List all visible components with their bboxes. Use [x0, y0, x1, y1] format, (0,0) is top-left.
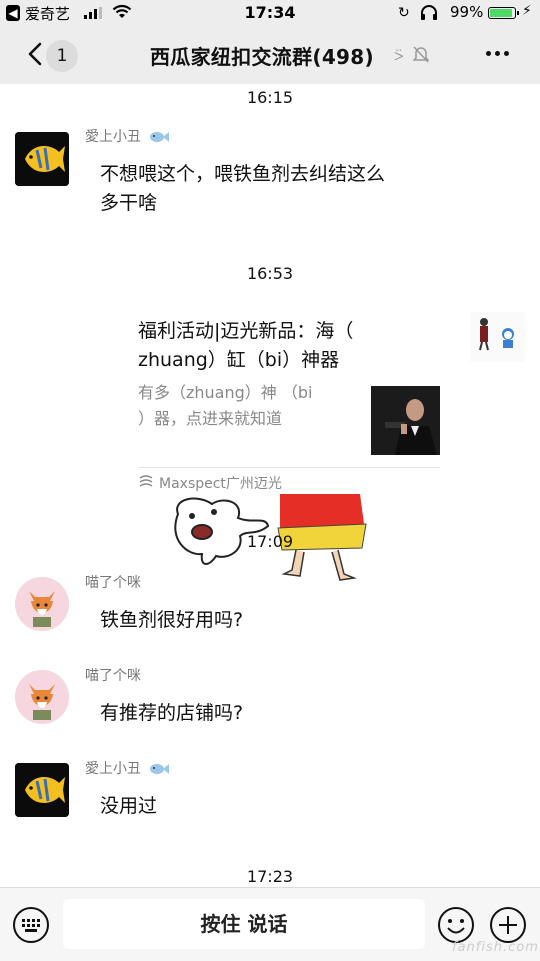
message-text[interactable]: 没用过 — [100, 792, 157, 821]
timestamp: 17:23 — [246, 867, 294, 886]
emoji-icon[interactable] — [437, 906, 475, 944]
fish-tag-icon — [150, 764, 170, 774]
message-text[interactable]: 铁鱼剂很好用吗? — [100, 606, 243, 635]
angelfish-avatar-icon — [15, 132, 69, 186]
share-card-description[interactable]: 有多（zhuang）神 （bi ）器，点进来就知道 — [138, 380, 363, 432]
share-card-title[interactable]: 福利活动|迈光新品：海（ zhuang）缸（bi）神器 — [138, 317, 408, 375]
battery-percent: 99% — [450, 3, 484, 21]
mini-program-icon — [139, 475, 153, 487]
keyboard-toggle-icon[interactable] — [12, 906, 50, 944]
avatar-miao-le-ge-mi[interactable] — [15, 577, 69, 631]
more-options-icon[interactable] — [486, 51, 509, 56]
sender-avatar-sticker[interactable] — [470, 312, 525, 362]
battery-icon — [488, 7, 519, 19]
avatar-ai-shang-xiao-chou[interactable] — [15, 763, 69, 817]
message-text[interactable]: 有推荐的店铺吗? — [100, 699, 243, 728]
headphones-icon — [421, 5, 437, 20]
timestamp: 16:15 — [246, 88, 294, 107]
share-card-source: Maxspect广州迈光 — [138, 473, 282, 493]
fox-avatar-icon — [15, 670, 69, 724]
timestamp: 17:09 — [246, 532, 294, 551]
mute-bell-icon — [413, 46, 429, 63]
status-bar: ◀ 爱奇艺 17:34 ↻ 99% ⚡ — [0, 0, 540, 28]
message-text[interactable]: 不想喂这个，喂铁鱼剂去纠结这么 多干啥 — [100, 160, 385, 218]
sender-name: 喵了个咪 — [85, 668, 141, 684]
sender-name: 愛上小丑 — [85, 126, 170, 146]
card-divider — [138, 467, 440, 468]
group-title[interactable]: 西瓜家纽扣交流群(498) — [150, 41, 374, 70]
share-card-thumbnail[interactable] — [371, 386, 440, 455]
watermark: fanfish.com — [452, 940, 539, 955]
chat-header: 1 西瓜家纽扣交流群(498) ⍩ — [0, 28, 540, 84]
charging-icon: ⚡ — [522, 3, 532, 19]
hold-to-talk-button[interactable]: 按住 说话 — [63, 899, 425, 949]
timestamp: 16:53 — [246, 264, 294, 283]
plus-more-icon[interactable] — [489, 906, 527, 944]
fish-tag-icon — [150, 132, 170, 142]
sender-name: 喵了个咪 — [85, 575, 141, 591]
sender-name: 愛上小丑 — [85, 758, 170, 778]
message-list[interactable]: 16:15 愛上小丑 不想喂这个，喂铁鱼剂去纠结这么 多干啥 16:53 福利活… — [0, 84, 540, 887]
fox-avatar-icon — [15, 577, 69, 631]
angelfish-avatar-icon — [15, 763, 69, 817]
earpiece-mode-icon: ⍩ — [394, 45, 404, 64]
avatar-ai-shang-xiao-chou[interactable] — [15, 132, 69, 186]
avatar-miao-le-ge-mi[interactable] — [15, 670, 69, 724]
unread-count-badge[interactable]: 1 — [46, 40, 78, 72]
orientation-lock-icon: ↻ — [398, 5, 410, 21]
